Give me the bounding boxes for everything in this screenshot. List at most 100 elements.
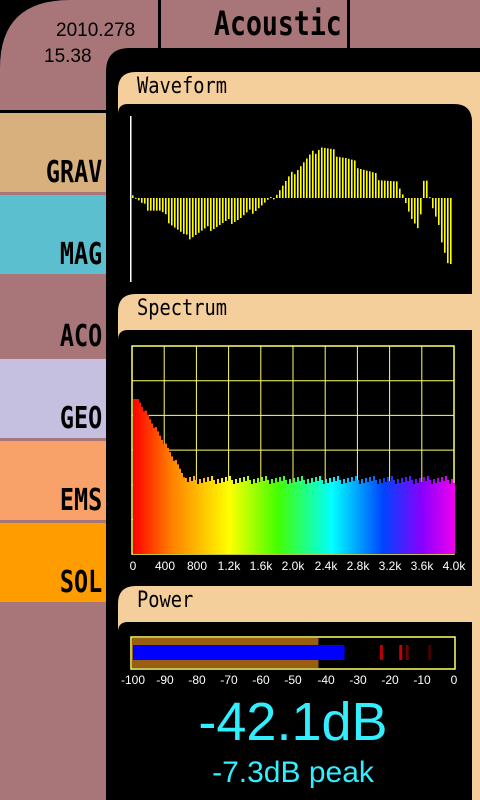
spectrum-bar [141, 406, 143, 554]
waveform-bar [300, 166, 302, 198]
spectrum-bar [363, 483, 365, 554]
spectrum-bar [345, 483, 347, 554]
nav-item-geo[interactable]: GEO [0, 359, 106, 438]
spectrum-bar [287, 484, 289, 554]
spectrum-bar [207, 477, 209, 554]
waveform-axis [130, 116, 132, 282]
waveform-bar [159, 198, 161, 211]
spectrum-bar [425, 481, 427, 554]
spectrum-bar [399, 483, 401, 554]
spectrum-bar [291, 483, 293, 554]
spectrum-bar [133, 399, 135, 554]
waveform-bar [318, 149, 320, 198]
spectrum-bar [385, 482, 387, 554]
waveform-bar [369, 171, 371, 198]
spectrum-bar [359, 484, 361, 554]
spectrum-bar [257, 478, 259, 554]
waveform-bar [132, 195, 134, 198]
nav-label: MAG [59, 237, 102, 272]
power-tick: -100 [120, 673, 146, 687]
spectrum-bar [215, 484, 217, 554]
nav-item-mag[interactable]: MAG [0, 195, 106, 274]
spectrum-bar [275, 478, 277, 554]
spectrum-bar [391, 476, 393, 554]
waveform-bar [138, 198, 140, 201]
waveform-bar [192, 198, 194, 238]
waveform-bar [222, 198, 224, 223]
spectrum-bar [301, 476, 303, 554]
spectrum-bar [395, 484, 397, 554]
spectrum-bar [311, 478, 313, 554]
spectrum-bar [167, 447, 169, 554]
spectrum-tick: 4.0k [442, 559, 466, 573]
spectrum-bar [137, 399, 139, 554]
power-peak-marker [399, 645, 403, 660]
waveform-bar [402, 194, 404, 198]
waveform-bar [351, 159, 353, 198]
spectrum-bar [341, 484, 343, 554]
spectrum-bar [417, 483, 419, 554]
waveform-bar [321, 147, 323, 198]
spectrum-bar [213, 480, 215, 554]
waveform-bar [267, 198, 269, 200]
spectrum-bar [347, 478, 349, 554]
spectrum-bar [409, 476, 411, 554]
spectrum-bar [219, 483, 221, 554]
spectrum-bar [315, 477, 317, 554]
power-tick: -70 [220, 673, 238, 687]
spectrum-bar [235, 479, 237, 554]
waveform-bar [312, 150, 314, 198]
power-tick: -10 [413, 673, 431, 687]
spectrum-bar [241, 482, 243, 554]
spectrum-bar [357, 480, 359, 554]
spectrum-bar [355, 476, 357, 554]
spectrum-bar [343, 479, 345, 554]
waveform-bar [441, 198, 443, 243]
waveform-bar [153, 198, 155, 211]
waveform-bar [303, 162, 305, 198]
power-tick: -20 [381, 673, 399, 687]
spectrum-bar [261, 477, 263, 554]
screen-title[interactable]: Acoustic [214, 4, 342, 44]
spectrum-bar [159, 435, 161, 554]
nav-item-ems[interactable]: EMS [0, 441, 106, 520]
waveform-bar [210, 198, 212, 231]
spectrum-bar [367, 482, 369, 554]
spectrum-bar [239, 478, 241, 554]
spectrum-tick: 400 [154, 559, 176, 573]
nav-item-grav[interactable]: GRAV [0, 113, 106, 192]
spectrum-bar [169, 452, 171, 554]
spectrum-bar [223, 482, 225, 554]
waveform-bar [201, 198, 203, 231]
spectrum-bar [305, 484, 307, 554]
waveform-bar [228, 198, 230, 219]
power-peak-marker [405, 645, 409, 660]
waveform-bar [384, 180, 386, 198]
spectrum-bar [431, 484, 433, 554]
waveform-bar [270, 197, 272, 198]
spectrum-bar [263, 481, 265, 554]
waveform-bar [393, 181, 395, 198]
spectrum-bar [353, 481, 355, 554]
spectrum-bar [245, 481, 247, 554]
spectrum-tick: 2.0k [281, 559, 305, 573]
spectrum-bar [419, 478, 421, 554]
spectrum-bar [283, 476, 285, 554]
nav-item-aco[interactable]: ACO [0, 277, 106, 356]
waveform-bar [258, 198, 260, 209]
spectrum-bar [185, 478, 187, 554]
waveform-bar [198, 198, 200, 233]
waveform-plot[interactable] [130, 116, 460, 282]
spectrum-bar [253, 479, 255, 554]
waveform-bar [411, 198, 413, 219]
waveform-bar [276, 194, 278, 198]
spectrum-plot[interactable] [130, 344, 456, 556]
spectrum-bar [151, 423, 153, 554]
spectrum-bar [265, 476, 267, 554]
waveform-bar [306, 158, 308, 198]
spectrum-bar [203, 478, 205, 554]
waveform-bar [240, 198, 242, 218]
spectrum-bar [403, 482, 405, 554]
waveform-bar [432, 198, 434, 209]
spectrum-bar [153, 427, 155, 554]
